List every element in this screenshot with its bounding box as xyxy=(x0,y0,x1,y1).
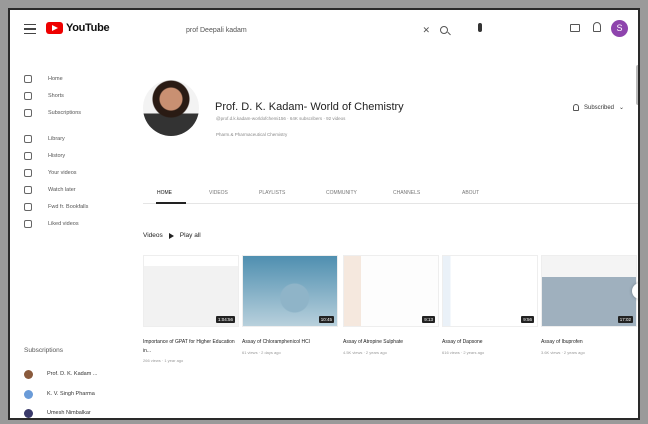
video-title[interactable]: Assay of Chloramphenicol HCl xyxy=(242,338,338,347)
channel-link[interactable]: Pharm.& Pharmaceutical Chemistry xyxy=(216,132,287,137)
sidebar-item-label: Your videos xyxy=(48,169,77,176)
video-meta: 61 views · 2 days ago xyxy=(242,349,281,355)
home-icon xyxy=(24,74,32,83)
video-card[interactable]: 9:56 Assay of Dapsone 616 views · 2 years … xyxy=(442,255,538,355)
video-duration: 9:13 xyxy=(422,316,435,323)
channel-name: Prof. D. K. Kadam- World of Chemistry xyxy=(215,101,404,113)
search-input[interactable]: prof Deepali kadam xyxy=(186,27,422,34)
sidebar-item[interactable]: Library xyxy=(10,130,128,147)
video-thumbnail[interactable]: 9:56 xyxy=(442,255,538,327)
play-all-link[interactable]: Play all xyxy=(180,232,201,239)
play-icon[interactable] xyxy=(168,232,174,239)
subscribe-label: Subscribed xyxy=(584,104,615,111)
subscriptions-heading: Subscriptions xyxy=(24,347,64,354)
videos-header: Videos Play all xyxy=(143,232,201,239)
subscriptions-icon xyxy=(24,108,32,117)
video-meta: 266 views · 1 year ago xyxy=(143,358,184,363)
videos-heading: Videos xyxy=(143,232,163,239)
video-card[interactable]: 1:04:56 Importance of GPAT for Higher Edu… xyxy=(143,255,239,363)
youtube-logo[interactable]: YouTube xyxy=(46,22,110,34)
video-meta: 616 views · 2 years ago xyxy=(442,349,485,355)
video-card[interactable]: 17:02 Assay of Ibuprofen 3.6K views · 2 ye… xyxy=(541,255,637,355)
channel-meta: @prof.d.k.kadam-worldofchemi156 · 64K su… xyxy=(216,116,346,121)
sidebar-item-label: Fwd fr. Bookfalls xyxy=(48,203,89,210)
video-duration: 1:04:56 xyxy=(215,316,235,323)
sidebar-item[interactable]: Watch later xyxy=(10,181,128,198)
sidebar-item[interactable]: Fwd fr. Bookfalls xyxy=(10,198,128,215)
video-duration: 17:02 xyxy=(617,316,633,323)
video-title[interactable]: Importance of GPAT for Higher Education … xyxy=(143,338,239,355)
sidebar: Home Shorts Subscriptions Library History You… xyxy=(10,70,128,232)
video-thumbnail[interactable]: 10:45 xyxy=(242,255,338,327)
sidebar-item[interactable]: Your videos xyxy=(10,164,128,181)
video-meta: 4.5K views · 2 years ago xyxy=(343,349,387,355)
sidebar-item-label: Library xyxy=(48,135,65,142)
tab-divider xyxy=(143,203,638,204)
search-box[interactable]: prof Deepali kadam ✕ xyxy=(180,20,462,40)
your-videos-icon xyxy=(24,168,32,177)
channel-tabs: HOME VIDEOS PLAYLISTS COMMUNITY CHANNELS ABOU… xyxy=(143,190,543,204)
watch-later-icon xyxy=(24,185,32,194)
chevron-down-icon: ⌄ xyxy=(619,105,625,111)
video-thumbnail[interactable]: 1:04:56 xyxy=(143,255,239,327)
video-duration: 10:45 xyxy=(318,316,334,323)
subscribe-button[interactable]: Subscribed ⌄ xyxy=(573,104,624,111)
subscription-label: K. V. Singh Pharma xyxy=(47,391,95,397)
youtube-play-icon xyxy=(46,22,63,34)
sidebar-item[interactable]: Liked videos xyxy=(10,215,128,232)
video-title[interactable]: Assay of Dapsone xyxy=(442,338,538,347)
active-tab-underline xyxy=(156,202,186,204)
subscription-item[interactable]: Umesh Nimbalkar xyxy=(24,406,91,418)
search-icon[interactable] xyxy=(440,26,448,34)
sidebar-item-label: Liked videos xyxy=(48,220,79,227)
library-icon xyxy=(24,134,32,143)
sidebar-item-label: History xyxy=(48,152,66,159)
tab-channels[interactable]: CHANNELS xyxy=(393,190,420,196)
shorts-icon xyxy=(24,91,32,100)
logo-text: YouTube xyxy=(66,22,110,34)
video-title[interactable]: Assay of Atropine Sulphate xyxy=(343,338,439,347)
video-card[interactable]: 9:13 Assay of Atropine Sulphate 4.5K views… xyxy=(343,255,439,355)
playlist-icon xyxy=(24,202,32,211)
sidebar-item-label: Subscriptions xyxy=(48,109,82,116)
clear-search-icon[interactable]: ✕ xyxy=(422,25,430,36)
video-meta: 3.6K views · 2 years ago xyxy=(541,349,585,355)
sidebar-item-label: Shorts xyxy=(48,92,64,99)
create-icon[interactable] xyxy=(570,24,580,32)
sidebar-item[interactable]: History xyxy=(10,147,128,164)
tab-community[interactable]: COMMUNITY xyxy=(326,190,357,196)
liked-videos-icon xyxy=(24,219,32,228)
subscription-avatar xyxy=(24,369,33,379)
sidebar-item-label: Home xyxy=(48,75,63,82)
history-icon xyxy=(24,151,32,160)
tab-home[interactable]: HOME xyxy=(157,190,172,196)
tab-about[interactable]: ABOUT xyxy=(462,190,479,196)
tab-playlists[interactable]: PLAYLISTS xyxy=(259,190,285,196)
subscription-avatar xyxy=(24,408,33,418)
video-duration: 9:56 xyxy=(521,316,534,323)
sidebar-item[interactable]: Home xyxy=(10,70,128,87)
subscription-item[interactable]: K. V. Singh Pharma xyxy=(24,387,95,401)
channel-avatar xyxy=(143,80,199,136)
bell-icon[interactable] xyxy=(593,22,601,32)
tab-videos[interactable]: VIDEOS xyxy=(209,190,228,196)
browser-window: YouTube prof Deepali kadam ✕ S Home Short… xyxy=(8,8,640,420)
mic-icon[interactable] xyxy=(478,23,482,32)
subscription-label: Prof. D. K. Kadam ... xyxy=(47,371,98,377)
subscription-label: Umesh Nimbalkar xyxy=(47,410,91,416)
top-bar: YouTube prof Deepali kadam ✕ S xyxy=(10,10,638,50)
video-title[interactable]: Assay of Ibuprofen xyxy=(541,338,637,347)
video-thumbnail[interactable]: 17:02 xyxy=(541,255,637,327)
scrollbar[interactable] xyxy=(636,65,638,105)
video-card[interactable]: 10:45 Assay of Chloramphenicol HCl 61 view… xyxy=(242,255,338,355)
sidebar-item-label: Watch later xyxy=(48,186,76,193)
subscription-avatar xyxy=(24,389,33,399)
menu-icon[interactable] xyxy=(24,24,36,34)
sidebar-item[interactable]: Subscriptions xyxy=(10,104,128,121)
bell-icon xyxy=(573,104,579,111)
subscription-item[interactable]: Prof. D. K. Kadam ... xyxy=(24,367,97,381)
video-thumbnail[interactable]: 9:13 xyxy=(343,255,439,327)
account-avatar[interactable]: S xyxy=(611,20,628,37)
sidebar-item[interactable]: Shorts xyxy=(10,87,128,104)
